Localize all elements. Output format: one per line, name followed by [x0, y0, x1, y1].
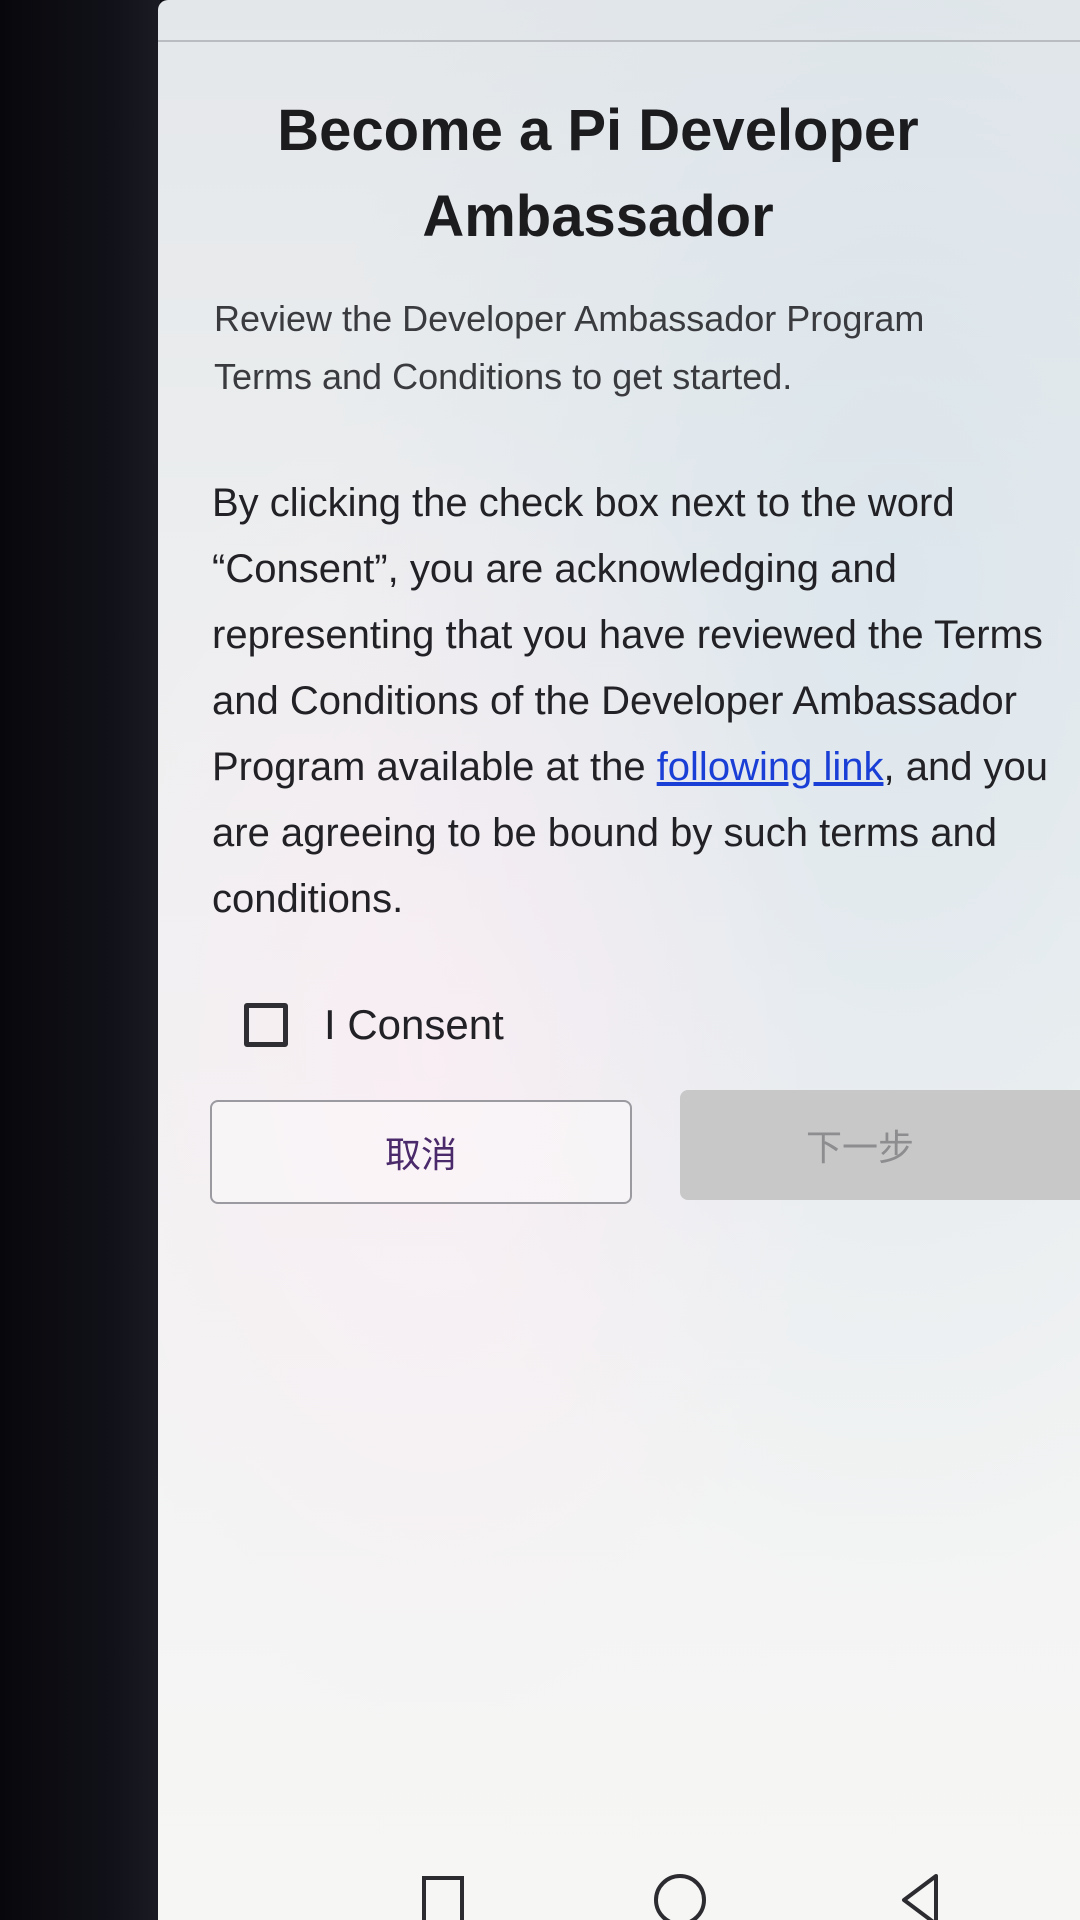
- home-button[interactable]: [650, 1870, 710, 1920]
- consent-paragraph: By clicking the check box next to the wo…: [212, 470, 1057, 932]
- next-button-label: 下一步: [805, 1128, 914, 1169]
- next-button[interactable]: 下一步: [680, 1090, 1080, 1200]
- back-icon: [902, 1874, 938, 1920]
- cancel-button-label: 取消: [384, 1135, 457, 1176]
- consent-checkbox[interactable]: [244, 1003, 288, 1047]
- dialog-title: Become a Pi Developer Ambassador: [277, 98, 919, 249]
- consent-text-start: By clicking the check box next to the wo…: [212, 481, 1043, 789]
- phone-screen: Become a Pi Developer Ambassador Review …: [158, 0, 1080, 1920]
- terms-link[interactable]: following link: [657, 745, 884, 789]
- recents-icon: [422, 1876, 464, 1920]
- intro-text: Review the Developer Ambassador Program …: [214, 298, 925, 397]
- recents-button[interactable]: [416, 1870, 470, 1920]
- navigation-bar: [158, 1870, 1080, 1920]
- consent-row[interactable]: I Consent: [244, 995, 504, 1055]
- cancel-button[interactable]: 取消: [210, 1100, 632, 1204]
- header-divider: [158, 40, 1080, 42]
- consent-label[interactable]: I Consent: [324, 1001, 504, 1049]
- photo-background: [0, 0, 160, 1920]
- back-button[interactable]: [896, 1870, 948, 1920]
- home-icon: [654, 1874, 706, 1920]
